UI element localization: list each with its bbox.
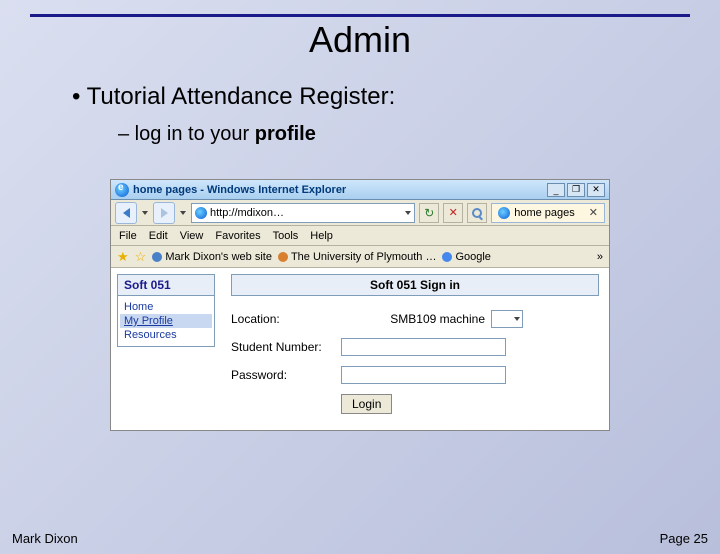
menu-tools[interactable]: Tools <box>273 230 299 242</box>
page-icon <box>278 252 288 262</box>
page-icon <box>152 252 162 262</box>
url-text: http://mdixon… <box>210 207 284 219</box>
menu-help[interactable]: Help <box>310 230 333 242</box>
forward-button[interactable] <box>153 202 175 224</box>
sidebar-nav: Home My Profile Resources <box>117 296 215 347</box>
back-dropdown[interactable] <box>141 202 149 224</box>
refresh-icon: ↻ <box>424 206 434 220</box>
window-buttons: _ ❐ ✕ <box>547 183 605 197</box>
favorites-star-icon[interactable]: ★ <box>117 249 129 265</box>
search-icon <box>472 208 482 218</box>
login-button[interactable]: Login <box>341 394 392 414</box>
maximize-button[interactable]: ❐ <box>567 183 585 197</box>
nav-my-profile[interactable]: My Profile <box>120 314 212 328</box>
page-icon <box>442 252 452 262</box>
overflow-chevron-icon[interactable]: » <box>597 251 603 263</box>
chevron-down-icon <box>405 211 411 215</box>
form-title: Soft 051 Sign in <box>231 274 599 296</box>
slide-footer: Mark Dixon Page 25 <box>12 531 708 546</box>
label-location: Location: <box>231 312 341 326</box>
sidebar: Soft 051 Home My Profile Resources <box>111 268 221 430</box>
title-rule <box>30 14 690 17</box>
sidebar-header: Soft 051 <box>117 274 215 296</box>
menu-bar: File Edit View Favorites Tools Help <box>111 226 609 246</box>
menu-file[interactable]: File <box>119 230 137 242</box>
favorites-bar: ★ ☆ Mark Dixon's web site The University… <box>111 246 609 268</box>
location-select[interactable] <box>491 310 523 328</box>
menu-edit[interactable]: Edit <box>149 230 168 242</box>
student-number-input[interactable] <box>341 338 506 356</box>
chevron-down-icon <box>142 211 148 215</box>
bullet-main: • Tutorial Attendance Register: <box>72 83 720 111</box>
fav-link-3[interactable]: Google <box>442 251 490 263</box>
row-location: Location: SMB109 machine <box>231 310 599 328</box>
window-titlebar: home pages - Windows Internet Explorer _… <box>111 180 609 200</box>
back-button[interactable] <box>115 202 137 224</box>
footer-author: Mark Dixon <box>12 531 78 546</box>
chevron-down-icon <box>180 211 186 215</box>
row-login: Login <box>231 394 599 414</box>
page-content: Soft 051 Home My Profile Resources Soft … <box>111 268 609 430</box>
ie-icon <box>115 183 129 197</box>
tab-label: home pages <box>514 207 575 219</box>
stop-button[interactable]: ✕ <box>443 203 463 223</box>
close-button[interactable]: ✕ <box>587 183 605 197</box>
fav-link-2[interactable]: The University of Plymouth … <box>278 251 437 263</box>
label-password: Password: <box>231 368 341 382</box>
address-bar[interactable]: http://mdixon… <box>191 203 415 223</box>
arrow-right-icon <box>161 208 168 218</box>
arrow-left-icon <box>123 208 130 218</box>
row-student-number: Student Number: <box>231 338 599 356</box>
ie-small-icon <box>498 207 510 219</box>
add-favorite-icon[interactable]: ☆ <box>135 249 147 265</box>
location-value: SMB109 machine <box>341 312 491 326</box>
slide-title: Admin <box>0 19 720 61</box>
menu-view[interactable]: View <box>180 230 204 242</box>
form-area: Soft 051 Sign in Location: SMB109 machin… <box>221 268 609 430</box>
minimize-button[interactable]: _ <box>547 183 565 197</box>
browser-tab[interactable]: home pages ✕ <box>491 203 605 223</box>
menu-favorites[interactable]: Favorites <box>215 230 260 242</box>
nav-resources[interactable]: Resources <box>120 328 212 342</box>
bullet-sub-prefix: – log in to your <box>118 123 255 145</box>
fav-link-2-label: The University of Plymouth … <box>291 251 437 263</box>
refresh-button[interactable]: ↻ <box>419 203 439 223</box>
password-input[interactable] <box>341 366 506 384</box>
bullet-sub: – log in to your profile <box>118 123 720 146</box>
fav-link-1[interactable]: Mark Dixon's web site <box>152 251 272 263</box>
forward-dropdown[interactable] <box>179 202 187 224</box>
browser-window: home pages - Windows Internet Explorer _… <box>110 179 610 431</box>
bullet-sub-bold: profile <box>255 123 316 145</box>
stop-icon: ✕ <box>449 206 458 219</box>
row-password: Password: <box>231 366 599 384</box>
window-title: home pages - Windows Internet Explorer <box>133 184 547 196</box>
search-button[interactable] <box>467 203 487 223</box>
fav-link-3-label: Google <box>455 251 490 263</box>
footer-page: Page 25 <box>660 531 708 546</box>
nav-toolbar: http://mdixon… ↻ ✕ home pages ✕ <box>111 200 609 226</box>
tab-close-icon[interactable]: ✕ <box>579 206 598 219</box>
chevron-down-icon <box>514 317 520 321</box>
nav-home[interactable]: Home <box>120 300 212 314</box>
ie-small-icon <box>195 207 207 219</box>
fav-link-1-label: Mark Dixon's web site <box>165 251 272 263</box>
label-student-number: Student Number: <box>231 340 341 354</box>
